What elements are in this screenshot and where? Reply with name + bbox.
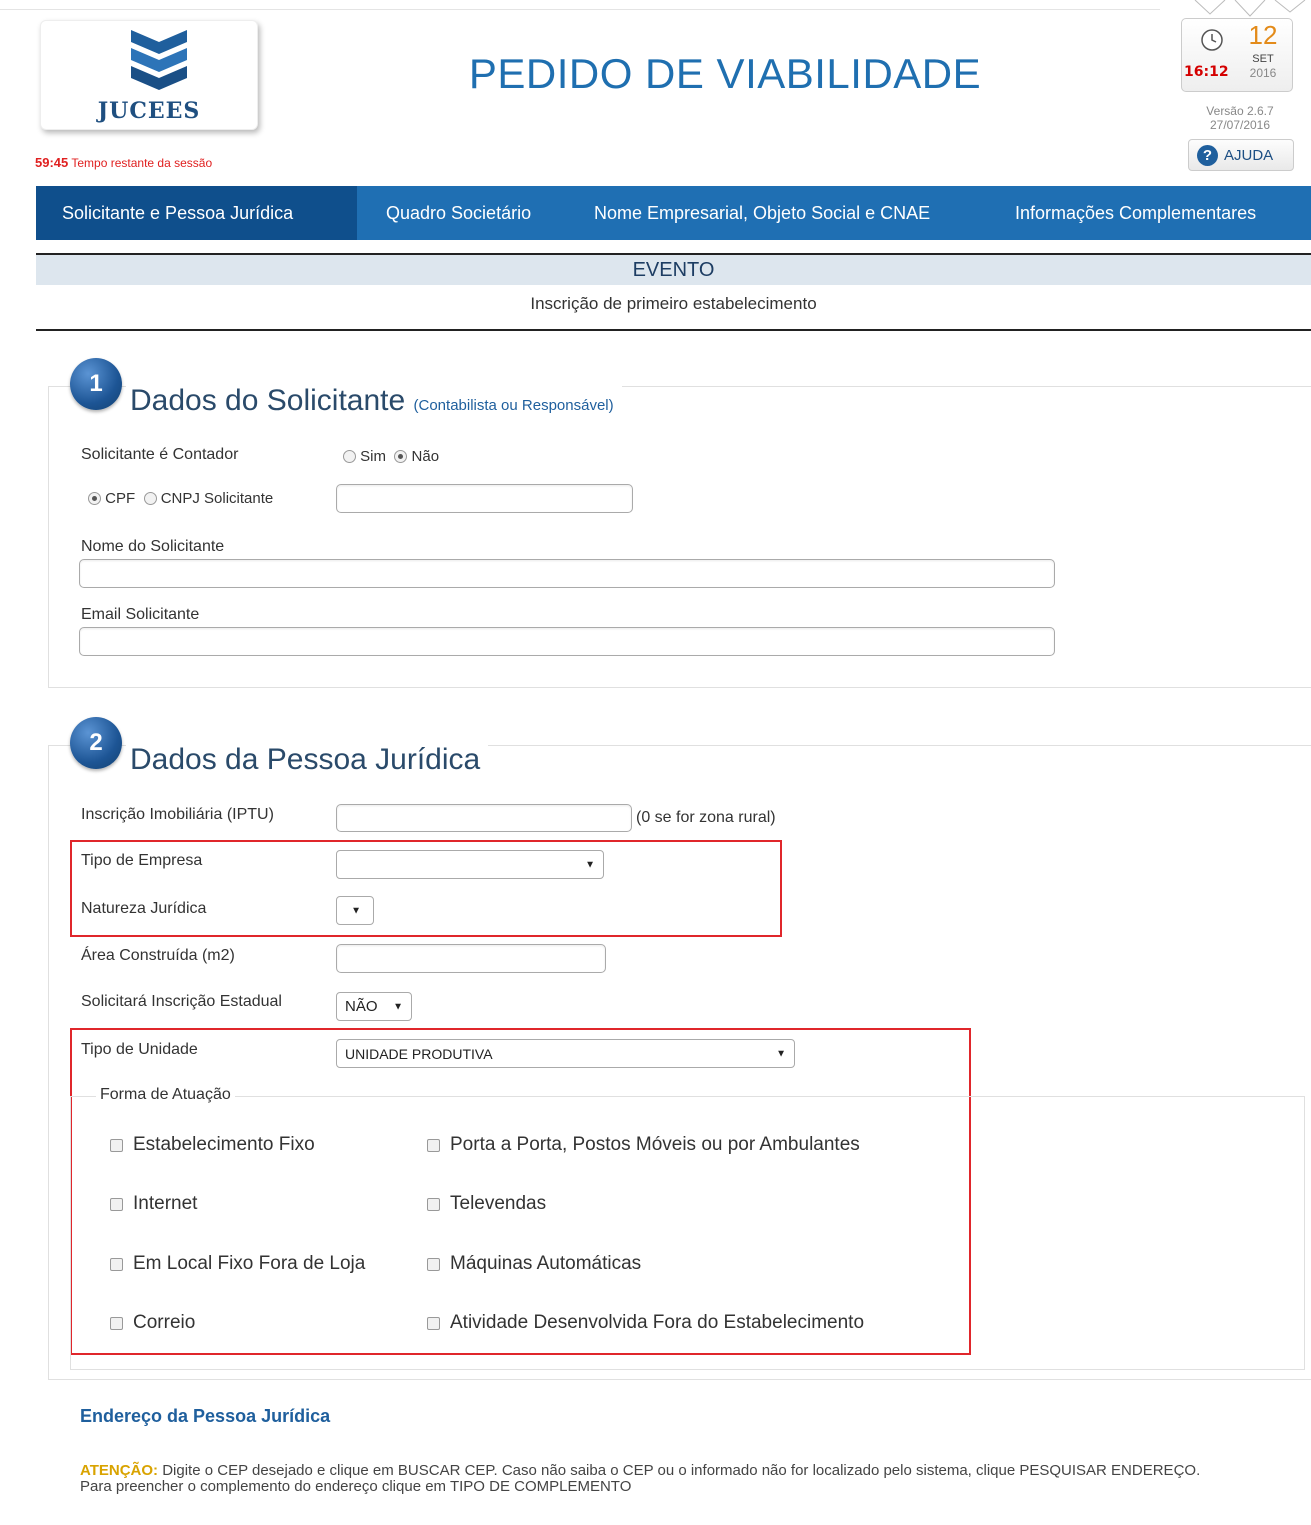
logo-text: JUCEES xyxy=(97,98,201,124)
main-nav: Solicitante e Pessoa Jurídica Quadro Soc… xyxy=(36,186,1311,240)
attention-text: Digite o CEP desejado e clique em BUSCAR… xyxy=(158,1462,1201,1479)
help-label: AJUDA xyxy=(1224,146,1274,164)
nome-solicitante-input[interactable] xyxy=(79,559,1055,588)
tipo-unidade-label: Tipo de Unidade xyxy=(81,1041,198,1058)
chevron-down-icon: ▼ xyxy=(776,1048,786,1059)
option-porta-a-porta[interactable]: Porta a Porta, Postos Móveis ou por Ambu… xyxy=(427,1134,860,1156)
top-divider xyxy=(0,9,1160,10)
corner-decoration-icon xyxy=(1194,0,1306,17)
radio-nao-label: Não xyxy=(411,448,440,465)
tipo-empresa-label: Tipo de Empresa xyxy=(81,852,203,869)
email-solicitante-input[interactable] xyxy=(79,627,1055,656)
radio-cpf-label: CPF xyxy=(105,490,136,507)
iptu-label: Inscrição Imobiliária (IPTU) xyxy=(81,806,274,823)
email-label: Email Solicitante xyxy=(81,606,200,623)
checkbox[interactable] xyxy=(110,1316,123,1330)
clock-icon xyxy=(1201,29,1223,51)
forma-atuacao-legend: Forma de Atuação xyxy=(96,1086,235,1104)
area-label: Área Construída (m2) xyxy=(81,947,235,964)
option-label: Atividade Desenvolvida Fora do Estabelec… xyxy=(450,1312,865,1333)
option-label: Máquinas Automáticas xyxy=(450,1253,642,1274)
option-televendas[interactable]: Televendas xyxy=(427,1193,546,1215)
evento-title: EVENTO xyxy=(36,255,1311,285)
help-icon: ? xyxy=(1197,144,1218,166)
clock-day: 12 xyxy=(1248,20,1278,50)
evento-divider-bottom xyxy=(36,329,1311,331)
session-timer: 59:45 Tempo restante da sessão xyxy=(35,155,212,170)
endereco-title: Endereço da Pessoa Jurídica xyxy=(80,1406,331,1426)
ie-value: NÃO xyxy=(345,998,378,1015)
attention-notice: ATENÇÃO: Digite o CEP desejado e clique … xyxy=(80,1463,1305,1495)
step-badge-1: 1 xyxy=(70,358,122,410)
checkbox[interactable] xyxy=(427,1138,440,1152)
chevron-down-icon: ▼ xyxy=(351,905,361,916)
option-label: Em Local Fixo Fora de Loja xyxy=(133,1253,366,1274)
contador-radio-group: Sim Não xyxy=(343,448,439,465)
checkbox[interactable] xyxy=(110,1257,123,1271)
document-type-radio-group: CPF CNPJ Solicitante xyxy=(88,490,273,507)
attention-label: ATENÇÃO: xyxy=(80,1462,159,1479)
radio-cpf[interactable] xyxy=(88,492,101,505)
contador-label: Solicitante é Contador xyxy=(81,446,239,463)
checkbox[interactable] xyxy=(427,1257,440,1271)
tab-nome-empresarial[interactable]: Nome Empresarial, Objeto Social e CNAE xyxy=(560,186,981,240)
radio-sim-label: Sim xyxy=(360,448,387,465)
version-number: Versão 2.6.7 xyxy=(1206,104,1274,118)
checkbox[interactable] xyxy=(110,1138,123,1152)
option-label: Estabelecimento Fixo xyxy=(133,1134,315,1155)
tipo-unidade-select[interactable]: UNIDADE PRODUTIVA ▼ xyxy=(336,1039,795,1068)
version-info: Versão 2.6.7 27/07/2016 xyxy=(1180,104,1300,132)
help-button[interactable]: ? AJUDA xyxy=(1188,139,1294,171)
clock-month: SET xyxy=(1252,53,1274,65)
step-badge-2: 2 xyxy=(70,717,122,769)
page-title: PEDIDO DE VIABILIDADE xyxy=(468,50,982,97)
natureza-label: Natureza Jurídica xyxy=(81,900,207,917)
radio-cnpj-label: CNPJ Solicitante xyxy=(160,490,274,507)
session-label: Tempo restante da sessão xyxy=(71,156,213,170)
natureza-select[interactable]: ▼ xyxy=(336,896,374,925)
tab-quadro-societario[interactable]: Quadro Societário xyxy=(357,186,560,240)
complement-text: Para preencher o complemento do endereço… xyxy=(80,1478,632,1495)
ie-label: Solicitará Inscrição Estadual xyxy=(81,993,282,1010)
session-time: 59:45 xyxy=(35,155,69,170)
option-maquinas-automaticas[interactable]: Máquinas Automáticas xyxy=(427,1253,641,1275)
option-estabelecimento-fixo[interactable]: Estabelecimento Fixo xyxy=(110,1134,315,1156)
evento-value: Inscrição de primeiro estabelecimento xyxy=(530,294,817,313)
iptu-input[interactable] xyxy=(336,804,632,832)
section-subtitle: (Contabilista ou Responsável) xyxy=(413,397,614,414)
nome-label: Nome do Solicitante xyxy=(81,538,225,555)
iptu-hint: (0 se for zona rural) xyxy=(636,809,776,826)
radio-nao[interactable] xyxy=(394,450,408,463)
clock-year: 2016 xyxy=(1249,66,1277,80)
section-solicitante-title: Dados do Solicitante (Contabilista ou Re… xyxy=(126,384,622,418)
option-label: Porta a Porta, Postos Móveis ou por Ambu… xyxy=(450,1134,860,1155)
radio-sim[interactable] xyxy=(343,450,356,463)
checkbox[interactable] xyxy=(427,1197,440,1211)
option-internet[interactable]: Internet xyxy=(110,1193,197,1215)
option-label: Internet xyxy=(133,1193,198,1214)
tab-informacoes-complementares[interactable]: Informações Complementares xyxy=(981,186,1311,240)
ie-select[interactable]: NÃO ▼ xyxy=(336,992,412,1021)
tipo-unidade-value: UNIDADE PRODUTIVA xyxy=(345,1045,493,1062)
clock-time: 16:12 xyxy=(1184,64,1229,80)
section-pessoa-juridica-title: Dados da Pessoa Jurídica xyxy=(126,743,489,777)
section-title-text: Dados do Solicitante xyxy=(130,384,406,417)
option-label: Televendas xyxy=(450,1193,547,1214)
tipo-empresa-select[interactable]: ▼ xyxy=(336,850,604,879)
option-local-fixo-fora-loja[interactable]: Em Local Fixo Fora de Loja xyxy=(110,1253,365,1275)
chevron-down-icon: ▼ xyxy=(585,859,595,870)
cpf-cnpj-input[interactable] xyxy=(336,484,633,513)
area-input[interactable] xyxy=(336,944,606,973)
version-date: 27/07/2016 xyxy=(1209,118,1271,132)
checkbox[interactable] xyxy=(110,1197,123,1211)
chevron-down-icon: ▼ xyxy=(393,1001,403,1012)
option-label: Correio xyxy=(133,1312,196,1333)
jucees-logo-icon xyxy=(131,30,187,90)
radio-cnpj[interactable] xyxy=(143,492,157,505)
option-correio[interactable]: Correio xyxy=(110,1312,195,1334)
tab-solicitante[interactable]: Solicitante e Pessoa Jurídica xyxy=(36,186,357,240)
checkbox[interactable] xyxy=(427,1316,440,1330)
option-atividade-fora[interactable]: Atividade Desenvolvida Fora do Estabelec… xyxy=(427,1312,864,1334)
